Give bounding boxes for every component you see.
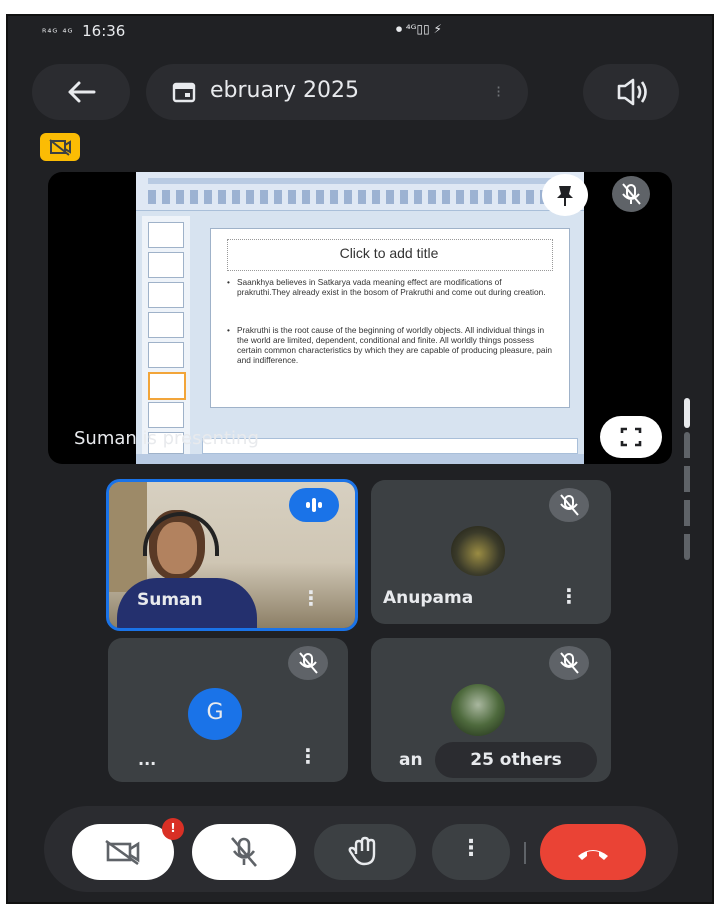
muted-badge xyxy=(549,488,589,522)
meeting-title: ebruary 2025 xyxy=(210,78,360,103)
calendar-icon xyxy=(172,82,196,103)
more-options-icon[interactable]: ⋮ xyxy=(301,586,321,610)
more-options-icon: ⋮ xyxy=(460,836,482,861)
back-button[interactable] xyxy=(32,64,130,120)
participant-tile-suman[interactable]: Suman ⋮ xyxy=(106,479,358,631)
more-options-button[interactable]: ⋮ xyxy=(432,824,510,880)
raise-hand-button[interactable] xyxy=(314,824,416,880)
bullet-text-2: Prakruthi is the root cause of the begin… xyxy=(237,325,552,365)
participant-tile-g[interactable]: G ... ⋮ xyxy=(108,638,348,782)
end-call-button[interactable] xyxy=(540,824,646,880)
mic-off-icon xyxy=(231,837,257,867)
pin-icon xyxy=(557,186,573,206)
speaking-indicator xyxy=(289,488,339,522)
status-bar: ᴿ⁴ᴳ ⁴ᴳ 16:36 xyxy=(42,22,125,40)
speaker-button[interactable] xyxy=(583,64,679,120)
participant-scrollbar[interactable] xyxy=(684,398,690,428)
camera-off-badge xyxy=(40,133,80,161)
app-status-bar xyxy=(136,454,584,464)
ribbon-tools xyxy=(148,190,568,204)
controls-divider xyxy=(524,842,526,864)
muted-badge xyxy=(549,646,589,680)
slide-thumbnails xyxy=(142,216,190,456)
call-controls: ! ⋮ xyxy=(44,806,678,892)
others-count: 25 others xyxy=(470,750,562,770)
meeting-title-pill[interactable]: ebruary 2025 ⁝ xyxy=(146,64,528,120)
app-frame: ᴿ⁴ᴳ ⁴ᴳ 16:36 ⏺ ⁴ᴳ▯▯ ⚡ ebruary 2025 ⁝ Cli… xyxy=(0,0,716,908)
participant-name: ... xyxy=(138,750,157,769)
participant-name: Anupama xyxy=(383,588,474,608)
camera-off-icon xyxy=(105,839,140,866)
camera-off-icon xyxy=(49,139,71,156)
mic-off-icon xyxy=(560,494,579,516)
status-icons: ⏺ ⁴ᴳ▯▯ ⚡ xyxy=(396,22,442,36)
others-chip[interactable]: 25 others xyxy=(435,742,597,778)
scrollbar-track xyxy=(684,432,690,560)
mic-off-icon xyxy=(560,652,579,674)
camera-alert-text: ! xyxy=(170,821,176,835)
slide-title: Click to add title xyxy=(339,245,439,261)
participant-name: Suman xyxy=(137,590,203,610)
slide-bullet-1: • Saankhya believes in Satkarya vada mean… xyxy=(227,277,546,297)
signal-indicators: ᴿ⁴ᴳ ⁴ᴳ xyxy=(42,28,74,39)
avatar xyxy=(451,684,505,736)
participant-name: an xyxy=(399,750,423,770)
mic-off-icon xyxy=(299,652,318,674)
slide-bullet-2: • Prakruthi is the root cause of the begi… xyxy=(227,325,552,365)
avatar: G xyxy=(188,688,242,740)
hang-up-icon xyxy=(578,850,608,860)
shared-screen: Click to add title • Saankhya believes in… xyxy=(136,172,584,464)
presentation-tile[interactable]: Click to add title • Saankhya believes in… xyxy=(48,172,672,464)
arrow-left-icon xyxy=(68,81,96,103)
hand-icon xyxy=(348,836,376,866)
bullet-text-1: Saankhya believes in Satkarya vada meani… xyxy=(237,277,546,297)
participant-tile-others[interactable]: an 25 others xyxy=(371,638,611,782)
pin-button[interactable] xyxy=(542,174,588,216)
slide-canvas: Click to add title • Saankhya believes in… xyxy=(210,228,570,408)
presenting-caption: Suman is presenting xyxy=(74,428,259,449)
microphone-toggle-button[interactable] xyxy=(192,824,296,880)
window-left xyxy=(109,482,147,592)
ribbon-tabs xyxy=(148,178,568,184)
participant-tile-anupama[interactable]: Anupama ⋮ xyxy=(371,480,611,624)
avatar xyxy=(451,526,505,576)
status-time: 16:36 xyxy=(82,22,126,40)
camera-alert-badge: ! xyxy=(162,818,184,840)
avatar-letter: G xyxy=(206,700,224,725)
presentation-muted xyxy=(612,176,650,212)
mic-off-icon xyxy=(622,183,641,205)
title-divider: ⁝ xyxy=(496,82,502,101)
fullscreen-button[interactable] xyxy=(600,416,662,458)
camera-toggle-button[interactable]: ! xyxy=(72,818,184,880)
muted-badge xyxy=(288,646,328,680)
audio-level-icon xyxy=(306,498,322,512)
fullscreen-icon xyxy=(620,427,642,447)
more-options-icon[interactable]: ⋮ xyxy=(559,584,579,608)
speaker-icon xyxy=(617,78,647,106)
more-options-icon[interactable]: ⋮ xyxy=(298,744,318,768)
